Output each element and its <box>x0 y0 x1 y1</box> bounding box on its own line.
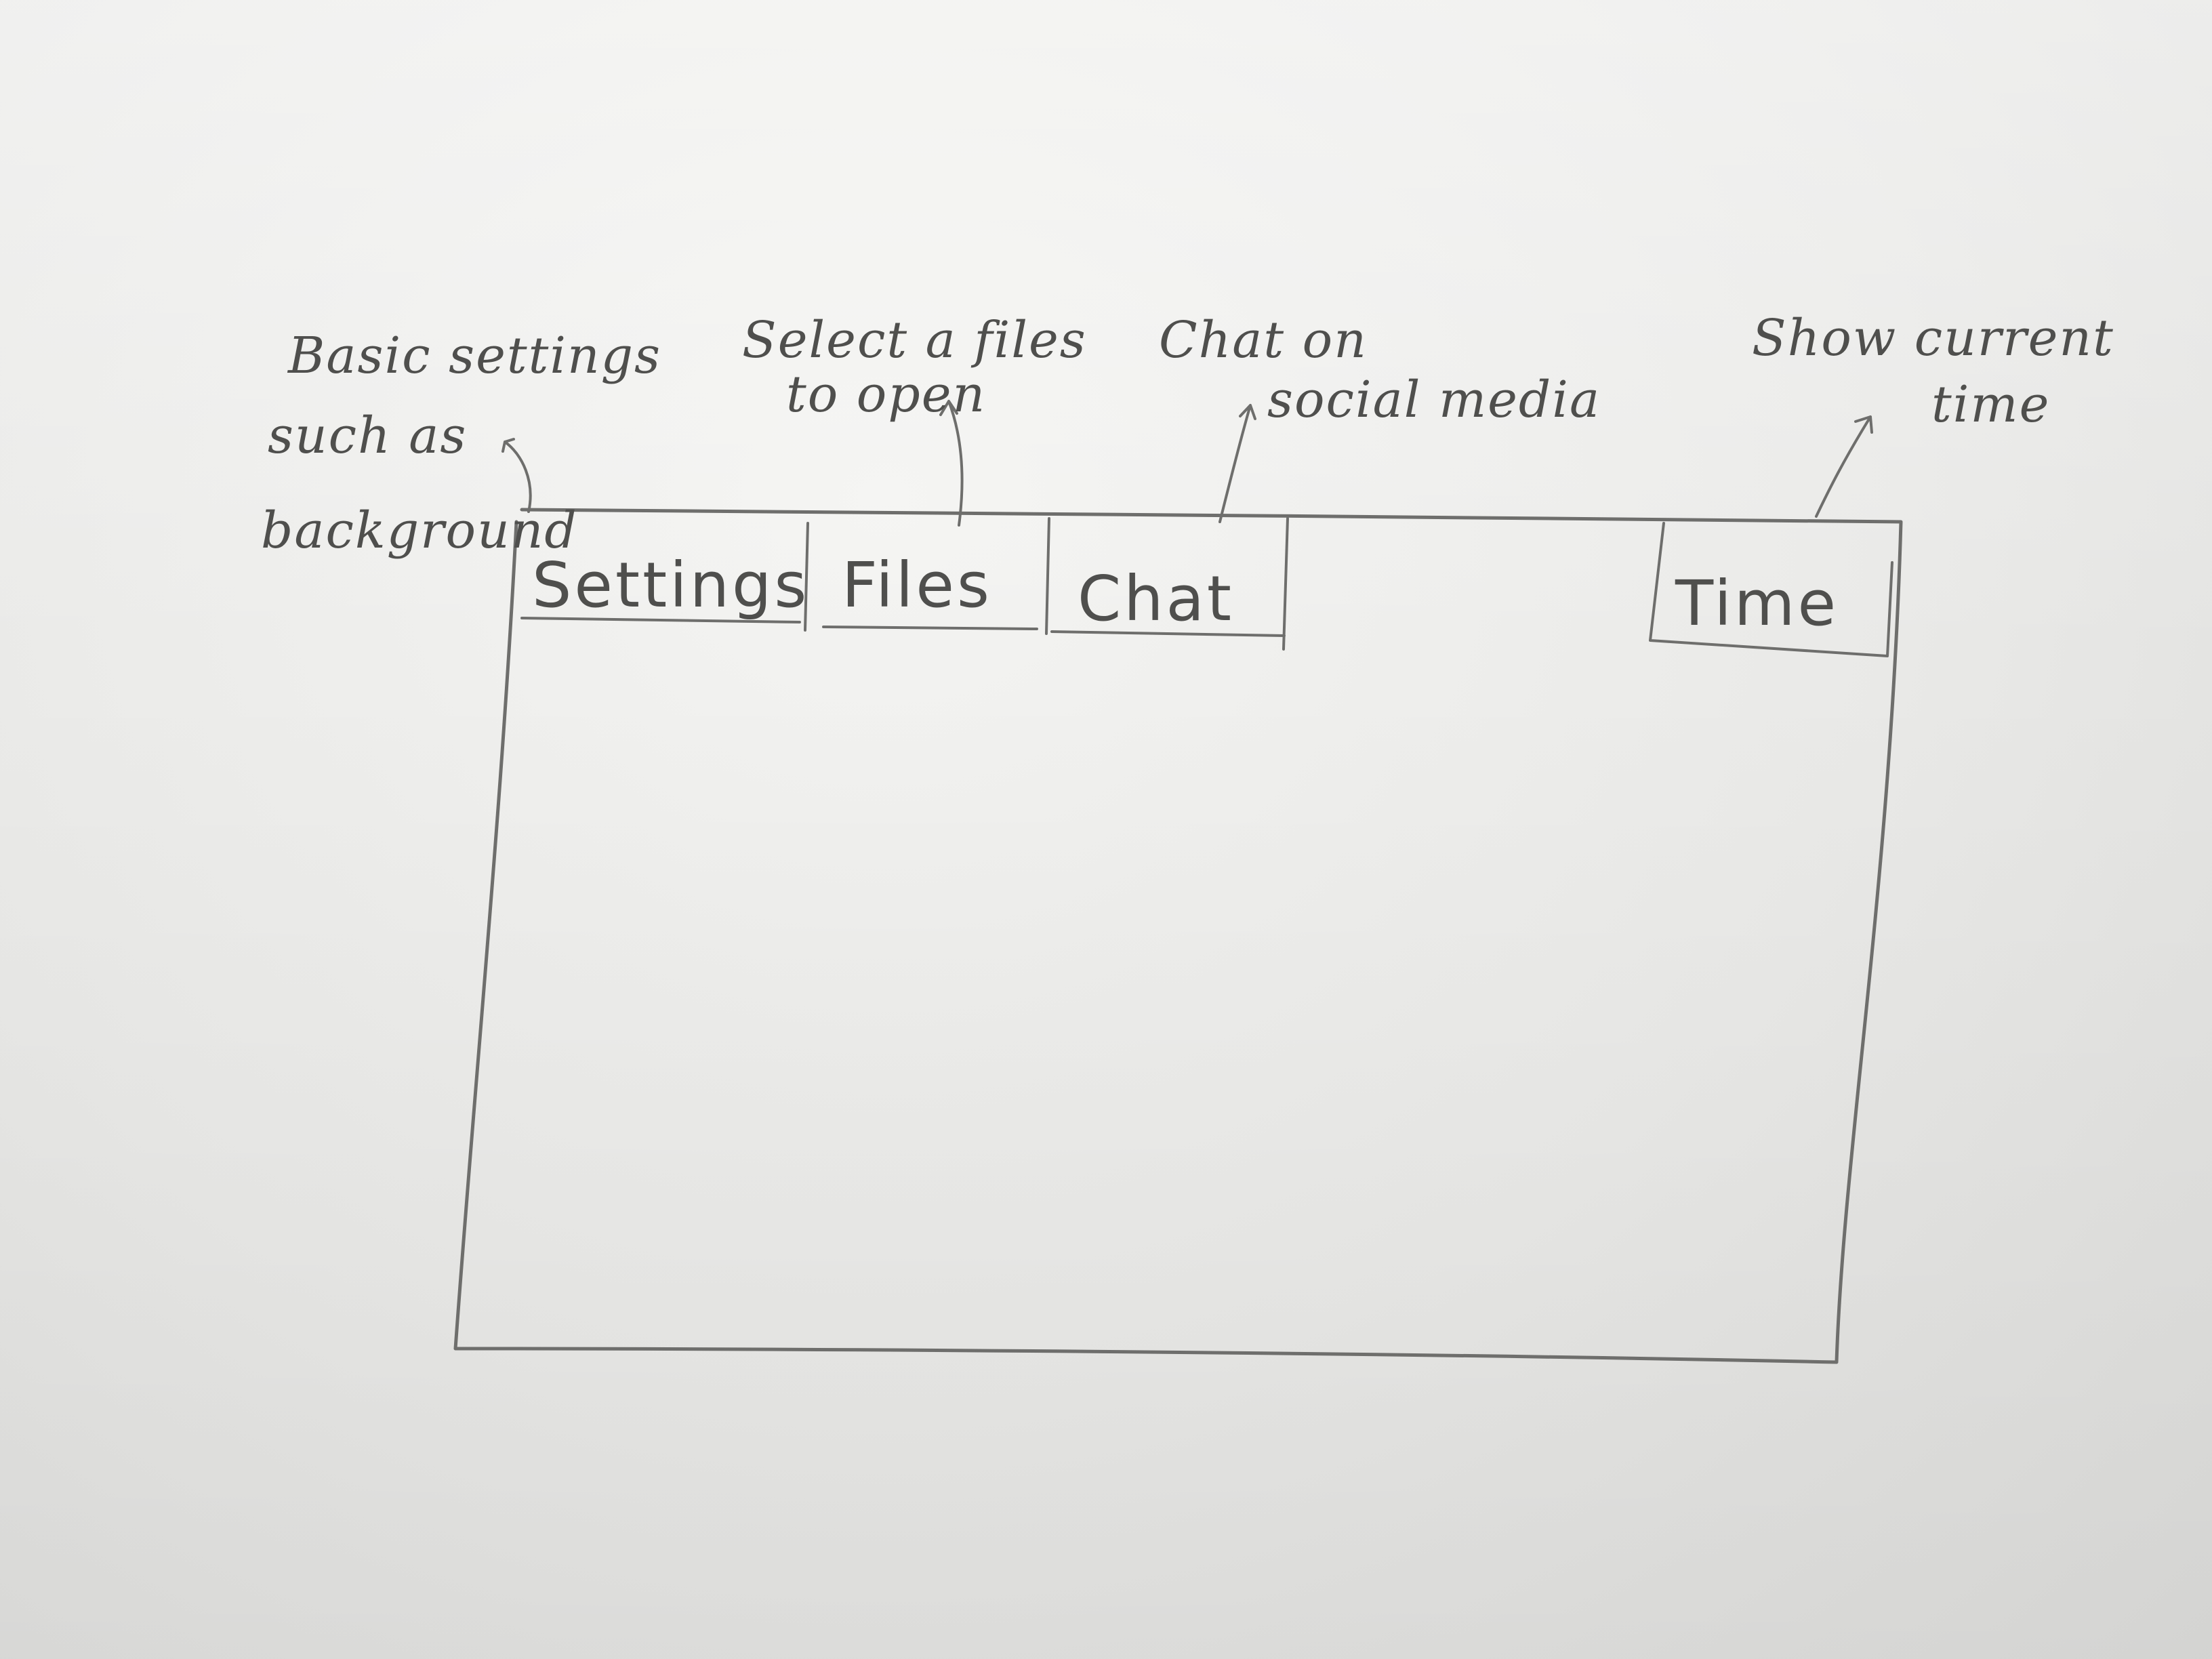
sketch-drawing <box>453 400 1903 1364</box>
time-annotation: Show current time <box>1752 313 2114 430</box>
chat-annotation: Chat on social media <box>1159 315 1601 425</box>
settings-note-line-1: Basic settings <box>288 327 662 385</box>
files-annotation: Select a files to open <box>742 315 1087 419</box>
time-arrow <box>1815 415 1873 518</box>
files-note-line-2: to open <box>786 365 987 424</box>
tab-files[interactable]: Files <box>842 554 992 617</box>
time-note-line-2: time <box>1931 375 2051 434</box>
files-note-line-1: Select a files <box>742 311 1087 369</box>
time-note-line-1: Show current <box>1752 309 2114 367</box>
settings-note-line-2: such as <box>268 407 468 465</box>
settings-note-line-3: background <box>261 501 578 560</box>
time-display: Time <box>1675 567 1839 640</box>
chat-note-line-1: Chat on <box>1159 311 1368 369</box>
settings-annotation: Basic settings such as background <box>261 327 662 556</box>
tab-chat[interactable]: Chat <box>1078 568 1234 630</box>
tab-settings[interactable]: Settings <box>532 554 809 617</box>
chat-note-line-2: social media <box>1267 371 1601 429</box>
